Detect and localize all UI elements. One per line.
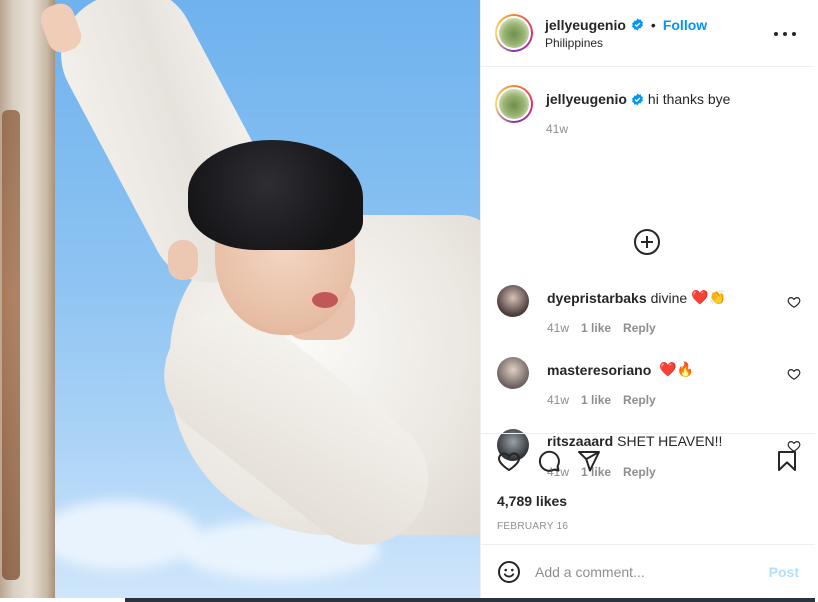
reply-button[interactable]: Reply [623,321,656,335]
commenter-avatar[interactable] [497,357,529,389]
share-icon[interactable] [577,449,601,473]
post-caption: jellyeugenio hi thanks bye 41w [495,85,800,136]
post-actions: 4,789 likes FEBRUARY 16 [481,433,815,545]
pole-rust [2,110,20,580]
comment-likes[interactable]: 1 like [581,321,611,335]
verified-badge-icon [632,18,643,31]
comment-input[interactable] [535,563,769,580]
caption-time[interactable]: 41w [546,122,730,136]
verified-badge-icon [632,93,643,105]
post-location[interactable]: Philippines [545,36,707,50]
post-sidebar: jellyeugenio • Follow Philippines jellye… [480,0,815,598]
add-comment-bar: Post [481,544,815,598]
separator-dot: • [650,16,656,33]
comment-likes[interactable]: 1 like [581,393,611,407]
cloud [40,500,200,570]
caption-avatar[interactable] [495,85,533,123]
avatar-image [497,87,531,121]
like-comment-heart-icon[interactable] [787,367,801,381]
post-comment-button[interactable]: Post [769,564,799,580]
commenter-avatar[interactable] [497,285,529,317]
like-comment-heart-icon[interactable] [787,295,801,309]
comment-text: divine [650,289,688,306]
figure-hand [168,240,198,280]
bookmark-icon[interactable] [775,449,799,473]
comment-icon[interactable] [537,449,561,473]
comment-emoji: ❤️👏 [691,289,727,305]
load-more-comments-icon[interactable] [634,229,660,255]
author-username[interactable]: jellyeugenio [545,17,626,33]
post-date[interactable]: FEBRUARY 16 [497,521,799,532]
comment-emoji: ❤️🔥 [659,361,695,377]
comments-section: jellyeugenio hi thanks bye 41w dyeprista… [481,67,814,479]
bottom-strip [0,598,818,602]
reply-button[interactable]: Reply [623,393,656,407]
avatar-image [497,16,531,50]
figure-hair [188,140,363,250]
taskbar-edge [125,598,815,602]
likes-count[interactable]: 4,789 likes [497,493,799,509]
caption-text: hi thanks bye [647,91,731,107]
comment-time[interactable]: 41w [547,393,569,407]
emoji-icon[interactable] [497,560,521,584]
comment-time[interactable]: 41w [547,321,569,335]
post-header: jellyeugenio • Follow Philippines [481,0,814,67]
author-info: jellyeugenio • Follow Philippines [545,17,707,50]
figure-lips [312,292,338,308]
caption-username[interactable]: jellyeugenio [546,91,627,107]
author-avatar[interactable] [495,14,533,52]
comment-username[interactable]: dyepristarbaks [547,290,647,306]
more-options-icon[interactable] [774,24,796,44]
heart-icon[interactable] [497,449,521,473]
follow-button[interactable]: Follow [663,17,707,33]
comment-username[interactable]: masteresoriano [547,362,651,378]
post-image[interactable] [0,0,480,598]
